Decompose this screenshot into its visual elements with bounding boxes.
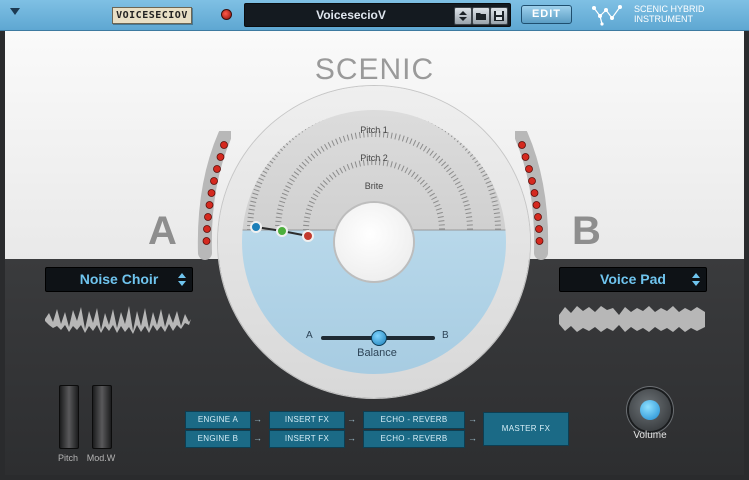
volume-knob-cap <box>640 400 660 420</box>
balance-slider-knob[interactable] <box>371 330 387 346</box>
engine-b-sound-name: Voice Pad <box>600 271 666 287</box>
engine-b-sound-selector[interactable]: Voice Pad <box>559 267 707 292</box>
save-disk-icon[interactable] <box>490 7 508 25</box>
engine-b-waveform <box>559 306 705 332</box>
brand-line-1: SCENIC HYBRID <box>634 4 705 14</box>
instrument-title: SCENIC <box>314 53 435 86</box>
preset-name: VoicesecioV <box>316 8 386 22</box>
pitch-wheel[interactable] <box>59 385 79 449</box>
insert-fx-a-button[interactable]: INSERT FX <box>269 411 345 429</box>
arrow-right-icon: → <box>468 414 477 424</box>
echo-reverb-a-button[interactable]: ECHO - REVERB <box>363 411 465 429</box>
engine-a-waveform <box>45 306 191 334</box>
arrow-right-icon: → <box>253 433 262 443</box>
brand-line-2: INSTRUMENT <box>634 14 693 24</box>
ring-label-pitch2: Pitch 2 <box>360 153 388 163</box>
midi-led-indicator <box>221 9 232 20</box>
insert-fx-b-button[interactable]: INSERT FX <box>269 430 345 448</box>
arrow-right-icon: → <box>468 433 477 443</box>
folder-icon[interactable] <box>472 7 490 25</box>
balance-label-b: B <box>442 330 449 341</box>
engine-a-sound-name: Noise Choir <box>79 271 159 287</box>
pitch1-handle[interactable] <box>250 221 262 233</box>
preset-up-down-arrows-icon[interactable] <box>454 7 472 25</box>
engine-a-fx-button[interactable]: ENGINE A <box>185 411 251 429</box>
arrow-right-icon: → <box>347 414 356 424</box>
echo-reverb-b-button[interactable]: ECHO - REVERB <box>363 430 465 448</box>
arrow-right-icon: → <box>347 433 356 443</box>
brite-handle[interactable] <box>302 230 314 242</box>
engine-b-fx-button[interactable]: ENGINE B <box>185 430 251 448</box>
ring-label-pitch1: Pitch 1 <box>360 125 388 135</box>
pitch2-handle[interactable] <box>276 225 288 237</box>
edit-button[interactable]: EDIT <box>521 5 572 24</box>
selector-up-down-arrows-icon[interactable] <box>692 272 700 287</box>
scenic-logo-icon <box>590 4 626 26</box>
instrument-panel: SCENIC A B Pitch 1 Pitch 2 Brite A B Bal… <box>5 31 744 475</box>
brand-text: SCENIC HYBRID INSTRUMENT <box>634 4 744 24</box>
selector-up-down-arrows-icon[interactable] <box>178 272 186 287</box>
top-bar: VOICESECIOV VoicesecioV EDIT SCENIC HYBR… <box>0 0 749 31</box>
side-letter-a: A <box>148 209 177 253</box>
mod-wheel-label: Mod.W <box>86 453 116 463</box>
balance-label-a: A <box>306 330 313 341</box>
side-letter-b: B <box>572 209 601 253</box>
engine-a-sound-selector[interactable]: Noise Choir <box>45 267 193 292</box>
dial-hub <box>335 203 413 281</box>
preset-display[interactable]: VoicesecioV <box>244 3 511 27</box>
arrow-right-icon: → <box>253 414 262 424</box>
morph-dial-housing: Pitch 1 Pitch 2 Brite A B Balance <box>218 86 530 398</box>
volume-label: Volume <box>633 430 667 441</box>
morph-dial[interactable]: Pitch 1 Pitch 2 Brite A B Balance <box>242 110 506 374</box>
ring-label-brite: Brite <box>364 181 384 191</box>
mod-wheel[interactable] <box>92 385 112 449</box>
balance-label: Balance <box>357 347 397 359</box>
master-fx-button[interactable]: MASTER FX <box>483 412 569 446</box>
volume-knob[interactable] <box>629 389 671 431</box>
collapse-arrow-icon[interactable] <box>10 8 20 15</box>
patch-tag[interactable]: VOICESECIOV <box>112 7 192 24</box>
